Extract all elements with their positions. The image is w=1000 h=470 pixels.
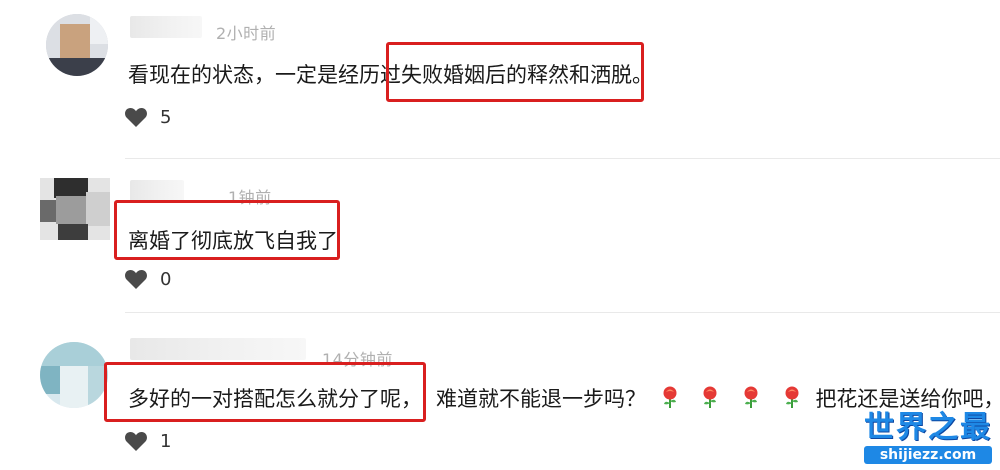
like-button[interactable]: 5 <box>124 106 171 128</box>
avatar[interactable] <box>46 14 108 76</box>
divider <box>125 158 1000 159</box>
highlight-box <box>114 200 340 260</box>
heart-icon <box>125 108 147 127</box>
avatar[interactable] <box>40 342 108 408</box>
highlight-box <box>386 42 644 102</box>
like-count: 5 <box>160 106 172 128</box>
heart-icon <box>125 270 147 289</box>
timestamp: 2小时前 <box>216 24 277 43</box>
comment-1: 2小时前 看现在的状态，一定是经历过失败婚姻后的释然和洒脱。 5 <box>0 0 1000 160</box>
watermark-title: 世界之最 <box>864 410 992 445</box>
like-count: 0 <box>160 268 172 290</box>
highlight-box <box>104 362 426 422</box>
username[interactable] <box>130 180 184 202</box>
divider <box>125 312 1000 313</box>
avatar[interactable] <box>40 178 110 240</box>
watermark-url: shijiezz.com <box>864 446 992 464</box>
comment-3: 14分钟前 多好的一对搭配怎么就分了呢， 难道就不能退一步吗？ 把花还是送给你吧，… <box>0 314 1000 470</box>
rose-emoji-icon <box>703 386 717 408</box>
watermark-logo: 世界之最 shijiezz.com <box>864 412 992 464</box>
rose-emoji-icon <box>663 386 677 408</box>
username[interactable] <box>130 16 202 38</box>
rose-emoji-icon <box>744 386 758 408</box>
comment-2: 1钟前 离婚了彻底放飞自我了 0 <box>0 160 1000 310</box>
like-button[interactable]: 1 <box>124 430 171 452</box>
like-count: 1 <box>160 430 172 452</box>
rose-emoji-icon <box>785 386 799 408</box>
username[interactable] <box>130 338 306 360</box>
comment-text-part: 把花还是送给你吧， <box>815 387 1000 411</box>
comment-text-part: 难道就不能退一步吗？ <box>436 387 646 411</box>
like-button[interactable]: 0 <box>124 268 171 290</box>
heart-icon <box>125 432 147 451</box>
